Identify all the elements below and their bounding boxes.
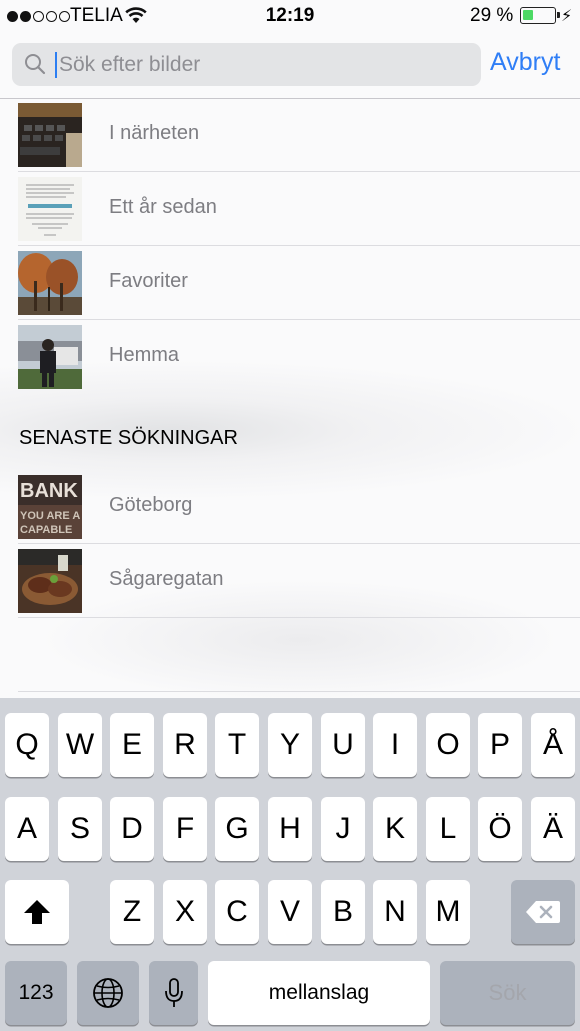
row-divider <box>18 691 580 692</box>
suggestion-label: Favoriter <box>109 270 188 292</box>
key-n[interactable]: N <box>373 880 417 944</box>
delete-key[interactable] <box>511 880 575 944</box>
space-key[interactable]: mellanslag <box>208 961 430 1025</box>
recent-searches-header: SENASTE SÖKNINGAR <box>19 427 238 449</box>
suggestion-label: I närheten <box>109 122 200 144</box>
svg-text:YOU ARE A: YOU ARE A <box>20 510 80 522</box>
globe-key[interactable] <box>77 961 139 1025</box>
key-w[interactable]: W <box>58 713 102 777</box>
charging-icon: ⚡ <box>561 8 573 25</box>
key-q[interactable]: Q <box>5 713 49 777</box>
thumbnail-person-in-yard <box>18 325 82 389</box>
recent-row-sagaregatan[interactable]: Sågaregatan <box>0 544 580 618</box>
key-k[interactable]: K <box>373 797 417 861</box>
recent-label: Sågaregatan <box>109 568 224 590</box>
key-r[interactable]: R <box>163 713 207 777</box>
key-s[interactable]: S <box>58 797 102 861</box>
search-field[interactable] <box>12 43 481 86</box>
key-p[interactable]: P <box>478 713 522 777</box>
key-a-umlaut[interactable]: Ä <box>531 797 575 861</box>
key-b[interactable]: B <box>321 880 365 944</box>
key-d[interactable]: D <box>110 797 154 861</box>
key-v[interactable]: V <box>268 880 312 944</box>
key-j[interactable]: J <box>321 797 365 861</box>
key-o-umlaut[interactable]: Ö <box>478 797 522 861</box>
suggestion-row-one-year-ago[interactable]: Ett år sedan <box>0 172 580 246</box>
suggestion-label: Ett år sedan <box>109 196 217 218</box>
key-o[interactable]: O <box>426 713 470 777</box>
key-z[interactable]: Z <box>110 880 154 944</box>
key-m[interactable]: M <box>426 880 470 944</box>
key-y[interactable]: Y <box>268 713 312 777</box>
key-i[interactable]: I <box>373 713 417 777</box>
shift-key[interactable] <box>5 880 69 944</box>
thumbnail-laptop-keyboard <box>18 103 82 167</box>
key-a-ring[interactable]: Å <box>531 713 575 777</box>
status-bar: TELIA 12:19 29 % ⚡ <box>0 0 580 34</box>
cancel-button[interactable]: Avbryt <box>490 48 560 77</box>
suggestion-row-favorites[interactable]: Favoriter <box>0 246 580 320</box>
search-icon <box>25 54 46 75</box>
search-key[interactable]: Sök <box>440 961 575 1025</box>
svg-text:CAPABLE: CAPABLE <box>20 524 72 536</box>
key-h[interactable]: H <box>268 797 312 861</box>
backspace-icon <box>526 901 560 923</box>
thumbnail-autumn-trees <box>18 251 82 315</box>
recent-label: Göteborg <box>109 494 193 516</box>
key-l[interactable]: L <box>426 797 470 861</box>
recent-row-goteborg[interactable]: BANK YOU ARE A CAPABLE Göteborg <box>0 470 580 544</box>
suggestion-row-home[interactable]: Hemma <box>0 320 580 394</box>
key-t[interactable]: T <box>215 713 259 777</box>
key-g[interactable]: G <box>215 797 259 861</box>
thumbnail-document <box>18 177 82 241</box>
thumbnail-food <box>18 549 82 613</box>
keyboard: Q W E R T Y U I O P Å A S D F G H J K L … <box>0 698 580 1031</box>
shift-arrow-icon <box>24 900 50 924</box>
empty-row <box>0 618 580 692</box>
battery-percentage: 29 % <box>470 5 514 26</box>
battery-icon <box>520 7 560 24</box>
suggestion-label: Hemma <box>109 344 180 366</box>
svg-text:BANK: BANK <box>20 480 78 502</box>
key-u[interactable]: U <box>321 713 365 777</box>
key-c[interactable]: C <box>215 880 259 944</box>
key-a[interactable]: A <box>5 797 49 861</box>
microphone-icon <box>164 978 183 1007</box>
key-x[interactable]: X <box>163 880 207 944</box>
search-input[interactable] <box>59 43 459 86</box>
text-cursor <box>55 52 57 78</box>
key-f[interactable]: F <box>163 797 207 861</box>
microphone-key[interactable] <box>149 961 198 1025</box>
globe-icon <box>93 978 123 1008</box>
numbers-key[interactable]: 123 <box>5 961 67 1025</box>
suggestion-row-nearby[interactable]: I närheten <box>0 98 580 172</box>
key-e[interactable]: E <box>110 713 154 777</box>
thumbnail-sign: BANK YOU ARE A CAPABLE <box>18 475 82 539</box>
